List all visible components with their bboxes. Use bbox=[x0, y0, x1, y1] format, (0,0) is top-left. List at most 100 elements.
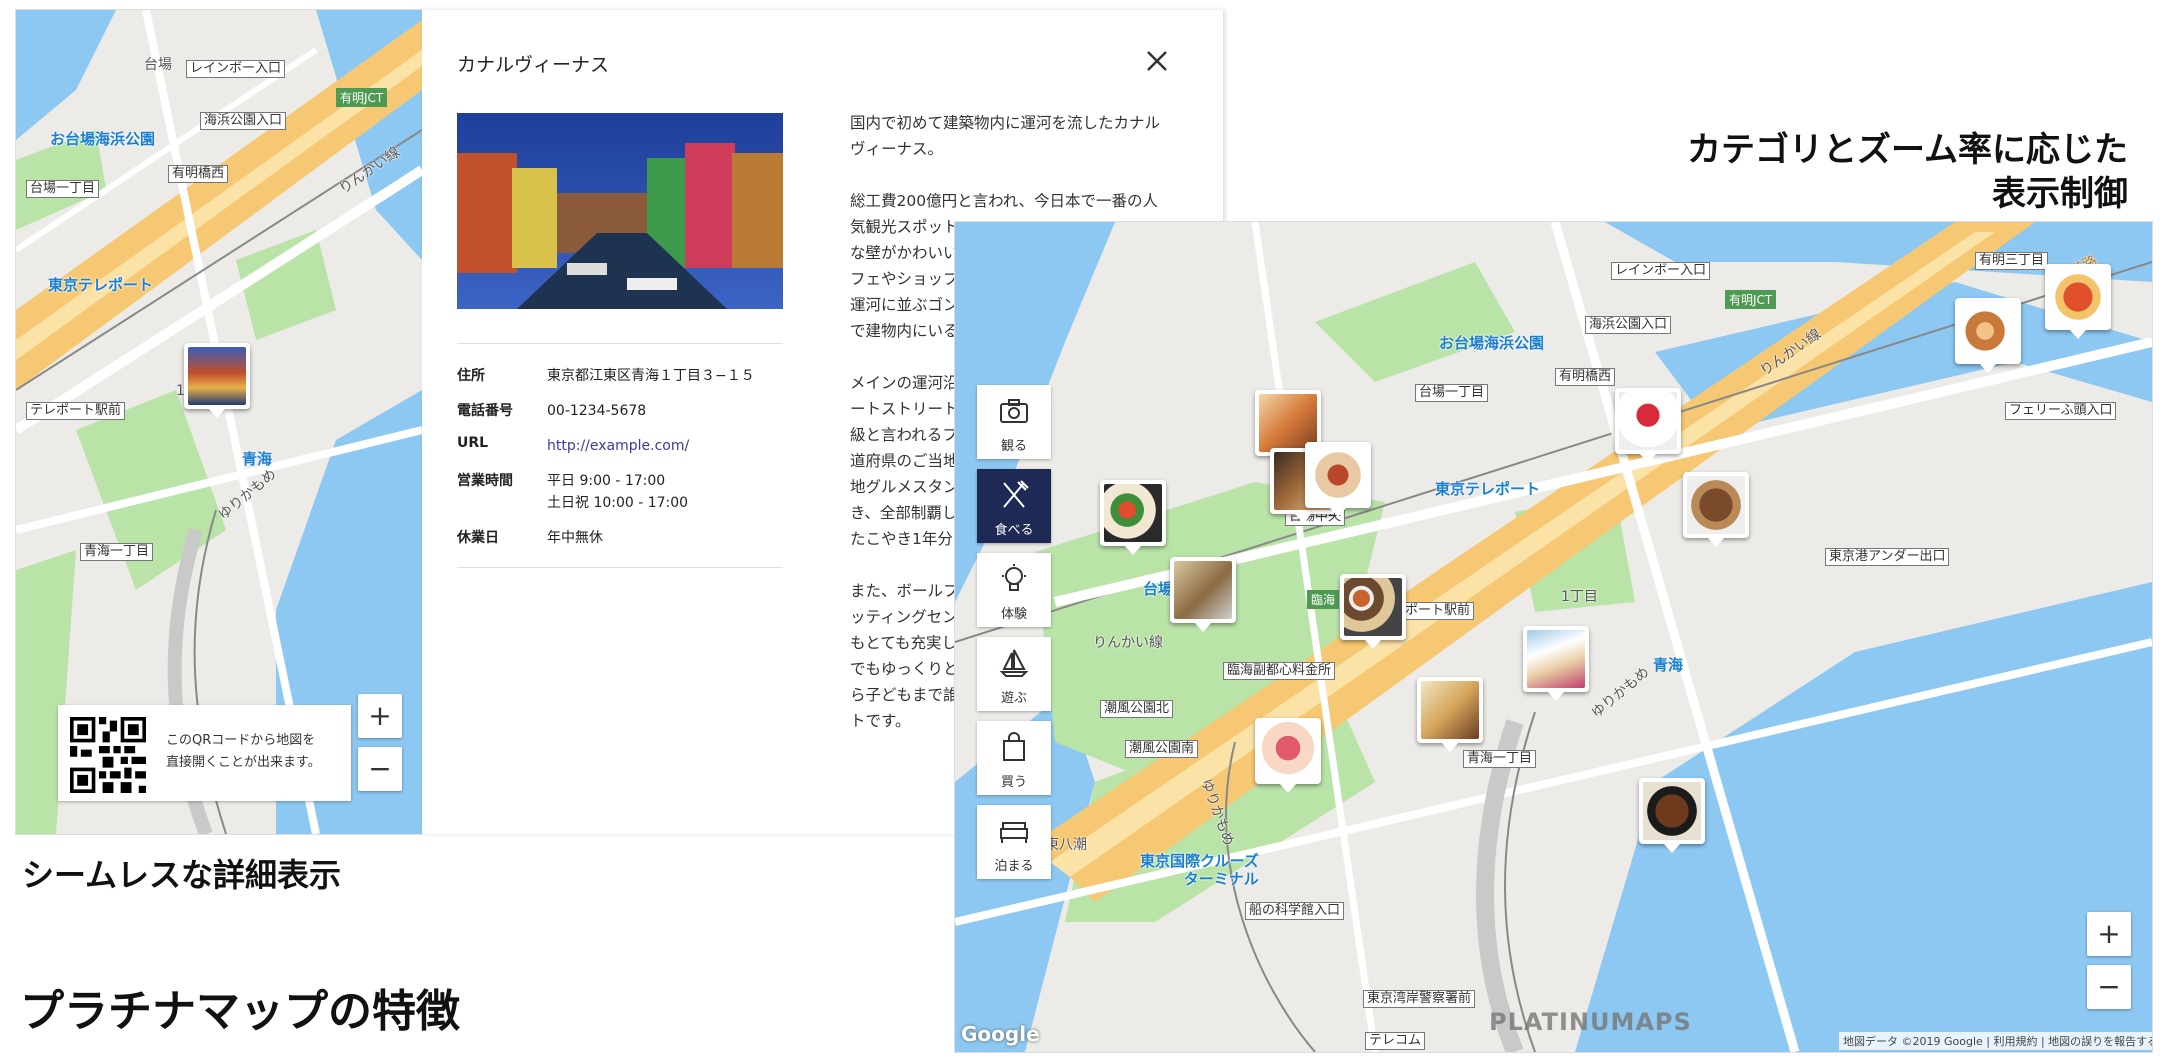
map-pin-food[interactable] bbox=[1523, 626, 1589, 701]
detail-map[interactable]: お台場海浜公園 東京テレポート 青海 台場 1丁目 有明JCT レインボー入口 … bbox=[16, 10, 422, 834]
road-label: フェリーふ頭入口 bbox=[2005, 402, 2117, 420]
category-eat[interactable]: 食べる bbox=[977, 469, 1051, 543]
caption-control-line2: 表示制御 bbox=[1992, 174, 2128, 214]
map-pin-canal-venus[interactable] bbox=[184, 343, 250, 418]
detail-value: 平日 9:00 - 17:00 土日祝 10:00 - 17:00 bbox=[547, 473, 689, 511]
area-label: 臨海 bbox=[1307, 590, 1340, 609]
pin-photo bbox=[1259, 722, 1317, 780]
pin-photo bbox=[1344, 578, 1402, 636]
map-pin-food[interactable] bbox=[2045, 264, 2111, 339]
url-link[interactable]: http://example.com/ bbox=[547, 438, 689, 454]
pin-photo bbox=[1687, 476, 1745, 534]
area-label: 1丁目 bbox=[1561, 589, 1598, 605]
pin-photo bbox=[1421, 681, 1479, 739]
road-label: テレコム bbox=[1365, 1032, 1426, 1050]
road-label: 東京湾岸警察署前 bbox=[1363, 990, 1476, 1008]
map-pin-food[interactable] bbox=[1340, 574, 1406, 649]
map-pin-food[interactable] bbox=[1615, 388, 1681, 463]
shopping-bag-icon bbox=[1003, 732, 1025, 761]
fork-knife-icon bbox=[1003, 480, 1029, 508]
area-label: 東八潮 bbox=[1045, 837, 1087, 853]
pin-photo bbox=[1527, 630, 1585, 688]
map-pin-food[interactable] bbox=[1639, 778, 1705, 853]
category-shop[interactable]: 買う bbox=[977, 721, 1051, 795]
road-label: 有明橋西 bbox=[168, 165, 229, 183]
map-pin-food[interactable] bbox=[1100, 480, 1166, 555]
map-pin-food[interactable] bbox=[1683, 472, 1749, 547]
close-icon[interactable] bbox=[1142, 46, 1172, 76]
category-label: 買う bbox=[1000, 775, 1027, 790]
zoom-in-button[interactable]: + bbox=[358, 694, 402, 738]
road-label: 東京港アンダー出口 bbox=[1825, 548, 1950, 566]
divider bbox=[457, 343, 783, 344]
place-label: お台場海浜公園 bbox=[1439, 334, 1545, 352]
detail-key: 住所 bbox=[457, 368, 485, 384]
road-label: 有明橋西 bbox=[1555, 368, 1616, 386]
caption-control-line1: カテゴリとズーム率に応じた bbox=[1687, 130, 2128, 170]
pin-photo bbox=[1959, 302, 2017, 360]
divider bbox=[457, 567, 783, 568]
pin-photo bbox=[2049, 268, 2107, 326]
camera-icon bbox=[1000, 399, 1028, 423]
road-label: 海浜公園入口 bbox=[200, 112, 287, 130]
map-pin-food[interactable] bbox=[1305, 442, 1371, 517]
road-label: 青海一丁目 bbox=[1463, 750, 1537, 768]
road-label: 台場一丁目 bbox=[1415, 384, 1489, 402]
lightbulb-icon bbox=[1002, 564, 1026, 591]
road-label: 台場一丁目 bbox=[26, 180, 100, 198]
category-label: 遊ぶ bbox=[1000, 691, 1027, 706]
place-label: 東京国際クルーズ ターミナル bbox=[1140, 852, 1259, 888]
zoom-out-button[interactable]: − bbox=[2087, 965, 2131, 1009]
pin-photo bbox=[188, 347, 246, 405]
category-label: 泊まる bbox=[994, 859, 1034, 874]
detail-key: 営業時間 bbox=[457, 473, 513, 489]
pin-photo bbox=[1309, 446, 1367, 504]
qr-code-icon bbox=[70, 717, 146, 793]
road-label: 船の科学館入口 bbox=[1245, 902, 1345, 920]
road-label: 潮風公園南 bbox=[1125, 740, 1199, 758]
qr-description: このQRコードから地図を 直接開くことが出来ます。 bbox=[166, 733, 321, 770]
place-label: 青海 bbox=[1653, 656, 1684, 674]
area-label: 台場 bbox=[144, 57, 172, 73]
road-label: レインボー入口 bbox=[1611, 262, 1711, 280]
line-label: りんかい線 bbox=[1093, 635, 1163, 651]
pin-photo bbox=[1104, 484, 1162, 542]
road-label: テレポート駅前 bbox=[26, 402, 126, 420]
pin-photo bbox=[1643, 782, 1701, 840]
category-play[interactable]: 遊ぶ bbox=[977, 637, 1051, 711]
map-pin-food[interactable] bbox=[1255, 718, 1321, 793]
detail-key: 電話番号 bbox=[457, 403, 513, 419]
road-label: 臨海副都心料金所 bbox=[1223, 662, 1336, 680]
category-label: 食べる bbox=[994, 523, 1034, 538]
detail-value: 東京都江東区青海１丁目３−１５ bbox=[547, 368, 755, 384]
panel-title: カナルヴィーナス bbox=[457, 54, 610, 76]
zoom-in-button[interactable]: + bbox=[2087, 912, 2131, 956]
category-see[interactable]: 観る bbox=[977, 385, 1051, 459]
detail-key: URL bbox=[457, 435, 489, 451]
hero-photo bbox=[457, 113, 783, 309]
category-map[interactable]: お台場海浜公園 東京テレポート 青海 東京国際クルーズ ターミナル 台場 1丁目… bbox=[955, 222, 2152, 1052]
bed-icon bbox=[1000, 822, 1028, 843]
pin-photo bbox=[1174, 561, 1232, 619]
road-label: 海浜公園入口 bbox=[1585, 316, 1672, 334]
jct-label: 有明JCT bbox=[1725, 290, 1777, 309]
map-pin-food[interactable] bbox=[1417, 677, 1483, 752]
map-pin-food[interactable] bbox=[1170, 557, 1236, 632]
platinumaps-logo: PLATINUMAPS bbox=[1489, 1008, 1692, 1036]
map-pin-food[interactable] bbox=[1955, 298, 2021, 373]
road-label: 有明三丁目 bbox=[1975, 252, 2049, 270]
qr-card: このQRコードから地図を 直接開くことが出来ます。 bbox=[58, 705, 351, 801]
road-label: 青海一丁目 bbox=[80, 543, 154, 561]
category-experience[interactable]: 体験 bbox=[977, 553, 1051, 627]
place-label: 東京テレポート bbox=[48, 276, 154, 294]
google-logo: Google bbox=[961, 1022, 1040, 1046]
place-label: 台場 bbox=[1143, 580, 1174, 598]
category-label: 観る bbox=[1000, 439, 1027, 454]
detail-value: 年中無休 bbox=[547, 530, 603, 546]
road-label: 潮風公園北 bbox=[1100, 700, 1174, 718]
zoom-out-button[interactable]: − bbox=[358, 747, 402, 791]
map-attribution[interactable]: 地図データ ©2019 Google | 利用規約 | 地図の誤りを報告する bbox=[1839, 1032, 2152, 1050]
category-stay[interactable]: 泊まる bbox=[977, 805, 1051, 879]
pin-photo bbox=[1619, 392, 1677, 450]
road-label: レインボー入口 bbox=[186, 60, 286, 78]
